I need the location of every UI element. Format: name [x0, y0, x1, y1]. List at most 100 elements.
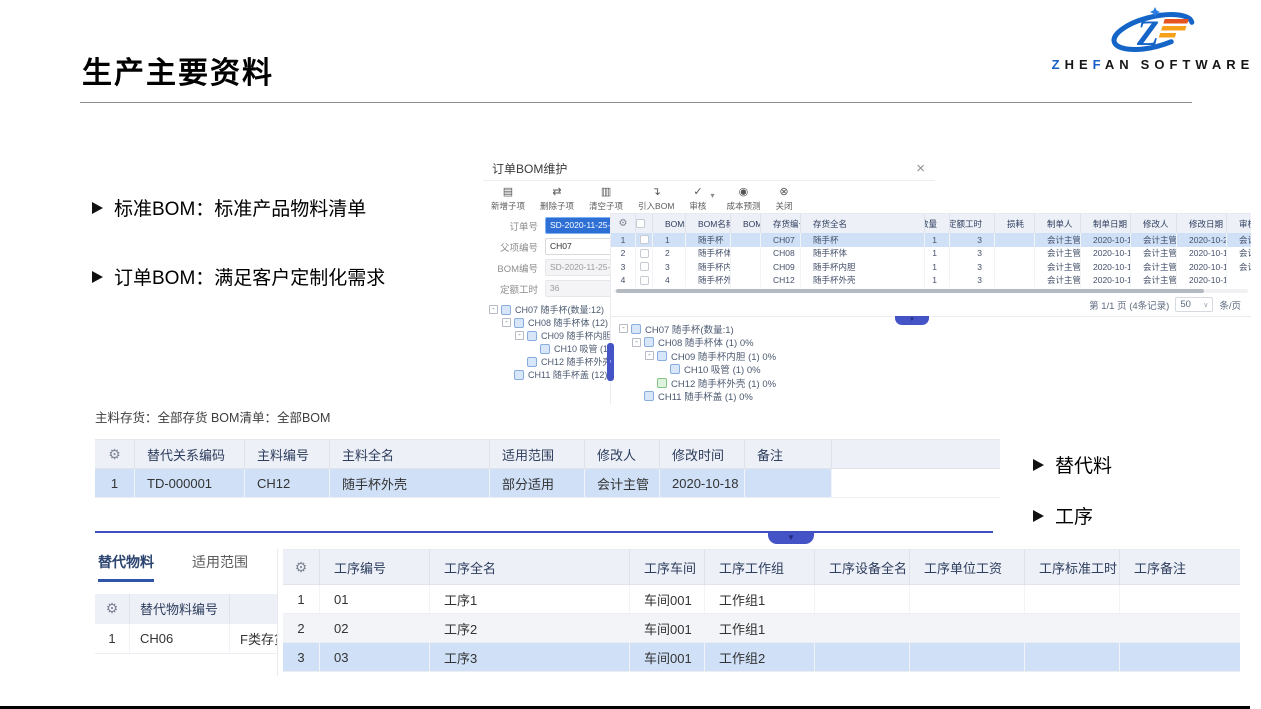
checkbox[interactable] — [640, 235, 649, 244]
tree-expander-icon[interactable]: - — [489, 305, 498, 314]
brand-text: ZHEFANSOFTWARE — [1047, 57, 1259, 72]
table-row[interactable]: 11随手杯CH07随手杯13会计主管2020-10-13会计主管2020-10-… — [611, 233, 1251, 247]
form-field-label: BOM编号 — [483, 261, 538, 275]
table-cell — [731, 233, 761, 247]
table-row[interactable]: 44随手杯外壳CH12随手杯外壳13会计主管2020-10-13会计主管2020… — [611, 274, 1251, 288]
bullet-item: 标准BOM：标准产品物料清单 — [92, 194, 385, 221]
collapse-sidebar-handle[interactable]: ‹ — [607, 343, 614, 381]
table-cell: 车间001 — [630, 643, 705, 671]
bullet-item: 工序 — [1033, 502, 1112, 529]
gear-icon[interactable]: ⚙ — [611, 214, 636, 233]
toolbar-button-cost-forecast-icon[interactable]: ◉成本预测 — [726, 186, 760, 212]
toolbar-button-label: 清空子项 — [589, 200, 623, 212]
gear-icon[interactable]: ⚙ — [95, 594, 130, 623]
column-header: 替代物料编号 — [130, 594, 230, 623]
brand-letter-group: AN — [1105, 57, 1134, 72]
tree-expander-icon[interactable]: - — [645, 351, 654, 360]
toolbar-button-label: 成本预测 — [726, 200, 760, 212]
bullet-text: 工序 — [1055, 502, 1093, 529]
column-header: 主料编号 — [245, 440, 330, 468]
bullet-arrow-icon — [92, 271, 103, 283]
bom-node-icon — [644, 337, 654, 347]
collapse-section-button[interactable]: ▼ — [768, 533, 814, 544]
checkbox[interactable] — [640, 276, 649, 285]
substitute-items-table: ⚙替代物料编号1CH06F类存货 — [95, 594, 277, 654]
table-row[interactable]: 303工序3车间001工作组2 — [283, 643, 1240, 672]
table-row[interactable]: 202工序2车间001工作组1 — [283, 614, 1240, 643]
process-table: ⚙工序编号工序全名工序车间工序工作组工序设备全名工序单位工资工序标准工时工序备注… — [283, 549, 1240, 672]
column-header: 适用范围 — [490, 440, 585, 468]
table-cell: 工序1 — [430, 585, 630, 613]
checkbox[interactable] — [640, 249, 649, 258]
collapse-panel-button[interactable]: ▼ — [895, 316, 929, 325]
tree-expander-icon[interactable]: - — [515, 331, 524, 340]
table-cell: 3 — [950, 260, 995, 274]
toolbar-button-add-child-icon[interactable]: ▤新增子项 — [491, 186, 525, 212]
tab-applicable-scope[interactable]: 适用范围 — [192, 552, 248, 582]
table-cell: 3 — [950, 274, 995, 288]
column-header: 工序备注 — [1120, 550, 1240, 584]
gear-icon[interactable]: ⚙ — [283, 550, 320, 584]
table-row[interactable]: 22随手杯体CH08随手杯体13会计主管2020-10-13会计主管2020-1… — [611, 247, 1251, 261]
vertical-divider — [277, 549, 278, 676]
tree-node[interactable]: -CH09 随手杯内胆 (1) 0% — [619, 349, 1251, 363]
table-cell: 工作组1 — [705, 614, 815, 642]
table-cell: 会计主管 — [1035, 274, 1081, 288]
table-cell: CH12 — [761, 274, 801, 288]
table-cell: 1 — [925, 247, 950, 261]
column-header: 工序编号 — [320, 550, 430, 584]
form-field-label: 订单号 — [483, 219, 538, 233]
page-size-select[interactable]: 50 ∨ — [1175, 297, 1213, 312]
table-cell — [995, 247, 1035, 261]
scrollbar-thumb[interactable] — [616, 289, 1204, 293]
bullet-arrow-icon — [1033, 510, 1044, 522]
table-row[interactable]: 1TD-000001CH12随手杯外壳部分适用会计主管2020-10-18 — [95, 469, 1000, 498]
tree-node[interactable]: CH10 吸管 (1) 0% — [619, 363, 1251, 377]
bom-node-icon — [527, 331, 537, 341]
table-cell: 随手杯内胆 — [801, 260, 925, 274]
column-header: 修改时间 — [660, 440, 745, 468]
table-cell — [995, 274, 1035, 288]
column-header: 修改人 — [1131, 214, 1177, 233]
column-header: 损耗 — [995, 214, 1035, 233]
table-cell: 2020-10-15 — [1177, 260, 1227, 274]
table-row[interactable]: 101工序1车间001工作组1 — [283, 585, 1240, 614]
table-cell: 2020-10-15 — [1177, 247, 1227, 261]
tree-node[interactable]: CH12 随手杯外壳 (1) 0% — [619, 376, 1251, 390]
toolbar-button-close-circle-icon[interactable]: ⊗关闭 — [775, 186, 792, 212]
toolbar-button-trash-icon[interactable]: ▥清空子项 — [589, 186, 623, 212]
toolbar-button-delete-child-icon[interactable]: ⇄删除子项 — [540, 186, 574, 212]
toolbar-button-label: 新增子项 — [491, 200, 525, 212]
toolbar-button-audit-user-icon[interactable]: ✓审核 — [689, 186, 706, 212]
table-cell: 4 — [653, 274, 686, 288]
table-cell: 1 — [283, 585, 320, 613]
table-cell: 工序2 — [430, 614, 630, 642]
table-cell — [815, 585, 910, 613]
tree-expander-icon[interactable]: - — [632, 338, 641, 347]
tab-substitute-material[interactable]: 替代物料 — [98, 552, 154, 582]
table-cell: 会计主管 — [1227, 247, 1251, 261]
tree-expander-icon[interactable]: - — [619, 324, 628, 333]
tree-node[interactable]: -CH08 随手杯体 (1) 0% — [619, 336, 1251, 350]
toolbar-button-import-bom-icon[interactable]: ↴引入BOM — [638, 186, 674, 212]
table-cell — [1025, 614, 1120, 642]
table-row[interactable]: 33随手杯内胆CH09随手杯内胆13会计主管2020-10-13会计主管2020… — [611, 260, 1251, 274]
dropdown-caret-icon[interactable]: ▾ — [710, 191, 714, 200]
window-close-icon[interactable]: × — [916, 161, 925, 176]
tree-node[interactable]: -CH07 随手杯(数量:1) — [619, 322, 1251, 336]
brand-letter-group: HE — [1065, 57, 1093, 72]
table-row[interactable]: 1CH06F类存货 — [95, 624, 277, 654]
bullet-arrow-icon — [1033, 459, 1044, 471]
horizontal-scrollbar[interactable] — [614, 289, 1248, 293]
checkbox[interactable] — [636, 219, 645, 228]
column-header: 制单日期 — [1081, 214, 1131, 233]
column-header: 审核人 — [1227, 214, 1251, 233]
gear-icon[interactable]: ⚙ — [95, 440, 135, 468]
tree-node[interactable]: CH11 随手杯盖 (1) 0% — [619, 390, 1251, 404]
checkbox[interactable] — [640, 262, 649, 271]
table-cell: 2 — [653, 247, 686, 261]
tree-expander-icon[interactable]: - — [502, 318, 511, 327]
page-title: 生产主要资料 — [82, 48, 274, 92]
table-cell: CH12 — [245, 469, 330, 497]
bullet-text: 标准BOM：标准产品物料清单 — [114, 194, 366, 221]
